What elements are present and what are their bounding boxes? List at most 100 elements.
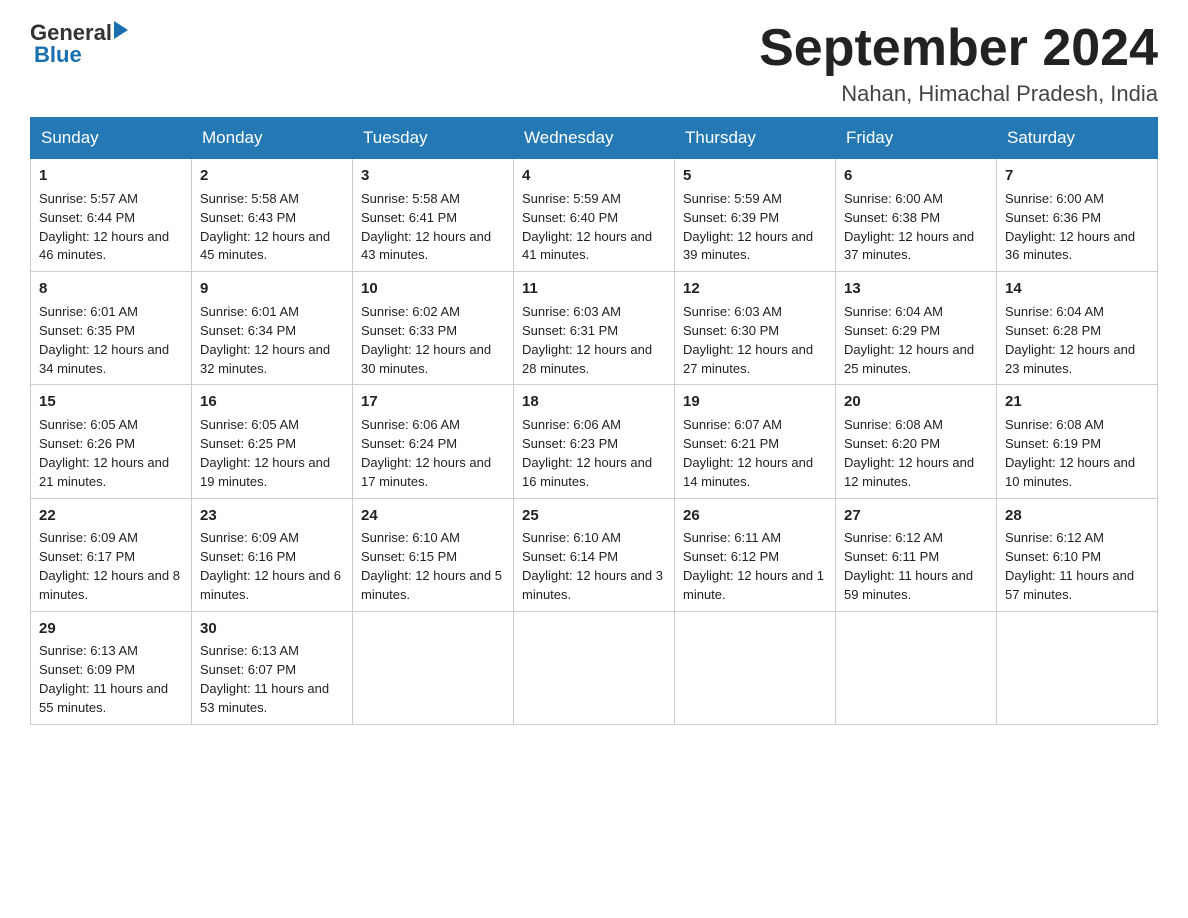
calendar-day-cell: 14 Sunrise: 6:04 AMSunset: 6:28 PMDayligh…: [997, 272, 1158, 385]
day-info: Sunrise: 6:04 AMSunset: 6:28 PMDaylight:…: [1005, 303, 1149, 378]
day-number: 12: [683, 278, 827, 300]
day-info: Sunrise: 6:13 AMSunset: 6:09 PMDaylight:…: [39, 642, 183, 717]
day-number: 17: [361, 391, 505, 413]
calendar-day-cell: 25Sunrise: 6:10 AMSunset: 6:14 PMDayligh…: [514, 498, 675, 611]
calendar-day-cell: 5 Sunrise: 5:59 AMSunset: 6:39 PMDaylight…: [675, 159, 836, 272]
logo: General Blue: [30, 20, 128, 68]
day-number: 26: [683, 505, 827, 527]
day-info: Sunrise: 5:58 AMSunset: 6:41 PMDaylight:…: [361, 190, 505, 265]
day-number: 19: [683, 391, 827, 413]
day-number: 14: [1005, 278, 1149, 300]
calendar-week-row: 8 Sunrise: 6:01 AMSunset: 6:35 PMDaylight…: [31, 272, 1158, 385]
day-number: 8: [39, 278, 183, 300]
day-number: 27: [844, 505, 988, 527]
day-number: 2: [200, 165, 344, 187]
day-info: Sunrise: 5:58 AMSunset: 6:43 PMDaylight:…: [200, 190, 344, 265]
day-number: 28: [1005, 505, 1149, 527]
calendar-day-cell: 18Sunrise: 6:06 AMSunset: 6:23 PMDayligh…: [514, 385, 675, 498]
day-info: Sunrise: 6:01 AMSunset: 6:34 PMDaylight:…: [200, 303, 344, 378]
calendar-day-cell: 11 Sunrise: 6:03 AMSunset: 6:31 PMDayligh…: [514, 272, 675, 385]
calendar-day-cell: [675, 611, 836, 724]
day-info: Sunrise: 6:05 AMSunset: 6:26 PMDaylight:…: [39, 416, 183, 491]
calendar-day-cell: 23Sunrise: 6:09 AMSunset: 6:16 PMDayligh…: [192, 498, 353, 611]
calendar-week-row: 1 Sunrise: 5:57 AMSunset: 6:44 PMDaylight…: [31, 159, 1158, 272]
day-info: Sunrise: 6:06 AMSunset: 6:24 PMDaylight:…: [361, 416, 505, 491]
calendar-day-cell: 16 Sunrise: 6:05 AMSunset: 6:25 PMDayligh…: [192, 385, 353, 498]
day-number: 29: [39, 618, 183, 640]
calendar-day-cell: 21 Sunrise: 6:08 AMSunset: 6:19 PMDayligh…: [997, 385, 1158, 498]
calendar-day-cell: 10 Sunrise: 6:02 AMSunset: 6:33 PMDayligh…: [353, 272, 514, 385]
day-number: 9: [200, 278, 344, 300]
day-number: 21: [1005, 391, 1149, 413]
day-info: Sunrise: 6:02 AMSunset: 6:33 PMDaylight:…: [361, 303, 505, 378]
calendar-day-cell: 12 Sunrise: 6:03 AMSunset: 6:30 PMDayligh…: [675, 272, 836, 385]
calendar-day-cell: 2 Sunrise: 5:58 AMSunset: 6:43 PMDaylight…: [192, 159, 353, 272]
day-info: Sunrise: 6:06 AMSunset: 6:23 PMDaylight:…: [522, 416, 666, 491]
calendar-day-cell: 6 Sunrise: 6:00 AMSunset: 6:38 PMDaylight…: [836, 159, 997, 272]
page-header: General Blue September 2024 Nahan, Himac…: [30, 20, 1158, 107]
calendar-day-cell: 9 Sunrise: 6:01 AMSunset: 6:34 PMDaylight…: [192, 272, 353, 385]
day-number: 11: [522, 278, 666, 300]
calendar-table: Sunday Monday Tuesday Wednesday Thursday…: [30, 117, 1158, 725]
day-info: Sunrise: 6:01 AMSunset: 6:35 PMDaylight:…: [39, 303, 183, 378]
calendar-day-cell: [514, 611, 675, 724]
day-info: Sunrise: 6:00 AMSunset: 6:38 PMDaylight:…: [844, 190, 988, 265]
calendar-day-cell: 13 Sunrise: 6:04 AMSunset: 6:29 PMDayligh…: [836, 272, 997, 385]
day-info: Sunrise: 6:05 AMSunset: 6:25 PMDaylight:…: [200, 416, 344, 491]
day-info: Sunrise: 6:03 AMSunset: 6:31 PMDaylight:…: [522, 303, 666, 378]
calendar-header-row: Sunday Monday Tuesday Wednesday Thursday…: [31, 118, 1158, 159]
day-info: Sunrise: 6:03 AMSunset: 6:30 PMDaylight:…: [683, 303, 827, 378]
calendar-week-row: 15 Sunrise: 6:05 AMSunset: 6:26 PMDayligh…: [31, 385, 1158, 498]
day-info: Sunrise: 6:12 AMSunset: 6:10 PMDaylight:…: [1005, 529, 1149, 604]
calendar-day-cell: 7 Sunrise: 6:00 AMSunset: 6:36 PMDaylight…: [997, 159, 1158, 272]
day-number: 30: [200, 618, 344, 640]
calendar-day-cell: 22Sunrise: 6:09 AMSunset: 6:17 PMDayligh…: [31, 498, 192, 611]
calendar-day-cell: 29Sunrise: 6:13 AMSunset: 6:09 PMDayligh…: [31, 611, 192, 724]
day-info: Sunrise: 6:00 AMSunset: 6:36 PMDaylight:…: [1005, 190, 1149, 265]
calendar-day-cell: [836, 611, 997, 724]
calendar-day-cell: [353, 611, 514, 724]
calendar-day-cell: 27Sunrise: 6:12 AMSunset: 6:11 PMDayligh…: [836, 498, 997, 611]
day-info: Sunrise: 6:07 AMSunset: 6:21 PMDaylight:…: [683, 416, 827, 491]
day-info: Sunrise: 5:57 AMSunset: 6:44 PMDaylight:…: [39, 190, 183, 265]
logo-blue-text: Blue: [34, 42, 82, 68]
day-number: 5: [683, 165, 827, 187]
day-number: 1: [39, 165, 183, 187]
calendar-day-cell: 17 Sunrise: 6:06 AMSunset: 6:24 PMDayligh…: [353, 385, 514, 498]
day-info: Sunrise: 6:13 AMSunset: 6:07 PMDaylight:…: [200, 642, 344, 717]
calendar-day-cell: 8 Sunrise: 6:01 AMSunset: 6:35 PMDaylight…: [31, 272, 192, 385]
calendar-day-cell: 30Sunrise: 6:13 AMSunset: 6:07 PMDayligh…: [192, 611, 353, 724]
calendar-day-cell: 26Sunrise: 6:11 AMSunset: 6:12 PMDayligh…: [675, 498, 836, 611]
calendar-title: September 2024: [759, 20, 1158, 77]
header-sunday: Sunday: [31, 118, 192, 159]
day-number: 10: [361, 278, 505, 300]
day-info: Sunrise: 6:09 AMSunset: 6:16 PMDaylight:…: [200, 529, 344, 604]
day-number: 6: [844, 165, 988, 187]
logo-triangle-icon: [114, 21, 128, 39]
calendar-day-cell: 15 Sunrise: 6:05 AMSunset: 6:26 PMDayligh…: [31, 385, 192, 498]
day-number: 3: [361, 165, 505, 187]
calendar-day-cell: 24Sunrise: 6:10 AMSunset: 6:15 PMDayligh…: [353, 498, 514, 611]
day-info: Sunrise: 6:08 AMSunset: 6:19 PMDaylight:…: [1005, 416, 1149, 491]
day-info: Sunrise: 6:11 AMSunset: 6:12 PMDaylight:…: [683, 529, 827, 604]
day-info: Sunrise: 6:12 AMSunset: 6:11 PMDaylight:…: [844, 529, 988, 604]
header-monday: Monday: [192, 118, 353, 159]
calendar-day-cell: 4Sunrise: 5:59 AMSunset: 6:40 PMDaylight…: [514, 159, 675, 272]
day-info: Sunrise: 6:04 AMSunset: 6:29 PMDaylight:…: [844, 303, 988, 378]
day-number: 25: [522, 505, 666, 527]
day-info: Sunrise: 5:59 AMSunset: 6:39 PMDaylight:…: [683, 190, 827, 265]
calendar-day-cell: [997, 611, 1158, 724]
header-right: September 2024 Nahan, Himachal Pradesh, …: [759, 20, 1158, 107]
day-info: Sunrise: 5:59 AMSunset: 6:40 PMDaylight:…: [522, 190, 666, 265]
day-info: Sunrise: 6:08 AMSunset: 6:20 PMDaylight:…: [844, 416, 988, 491]
day-number: 7: [1005, 165, 1149, 187]
header-friday: Friday: [836, 118, 997, 159]
day-number: 15: [39, 391, 183, 413]
header-saturday: Saturday: [997, 118, 1158, 159]
day-number: 16: [200, 391, 344, 413]
day-number: 24: [361, 505, 505, 527]
day-number: 22: [39, 505, 183, 527]
day-number: 13: [844, 278, 988, 300]
day-info: Sunrise: 6:10 AMSunset: 6:14 PMDaylight:…: [522, 529, 666, 604]
calendar-day-cell: 1 Sunrise: 5:57 AMSunset: 6:44 PMDaylight…: [31, 159, 192, 272]
